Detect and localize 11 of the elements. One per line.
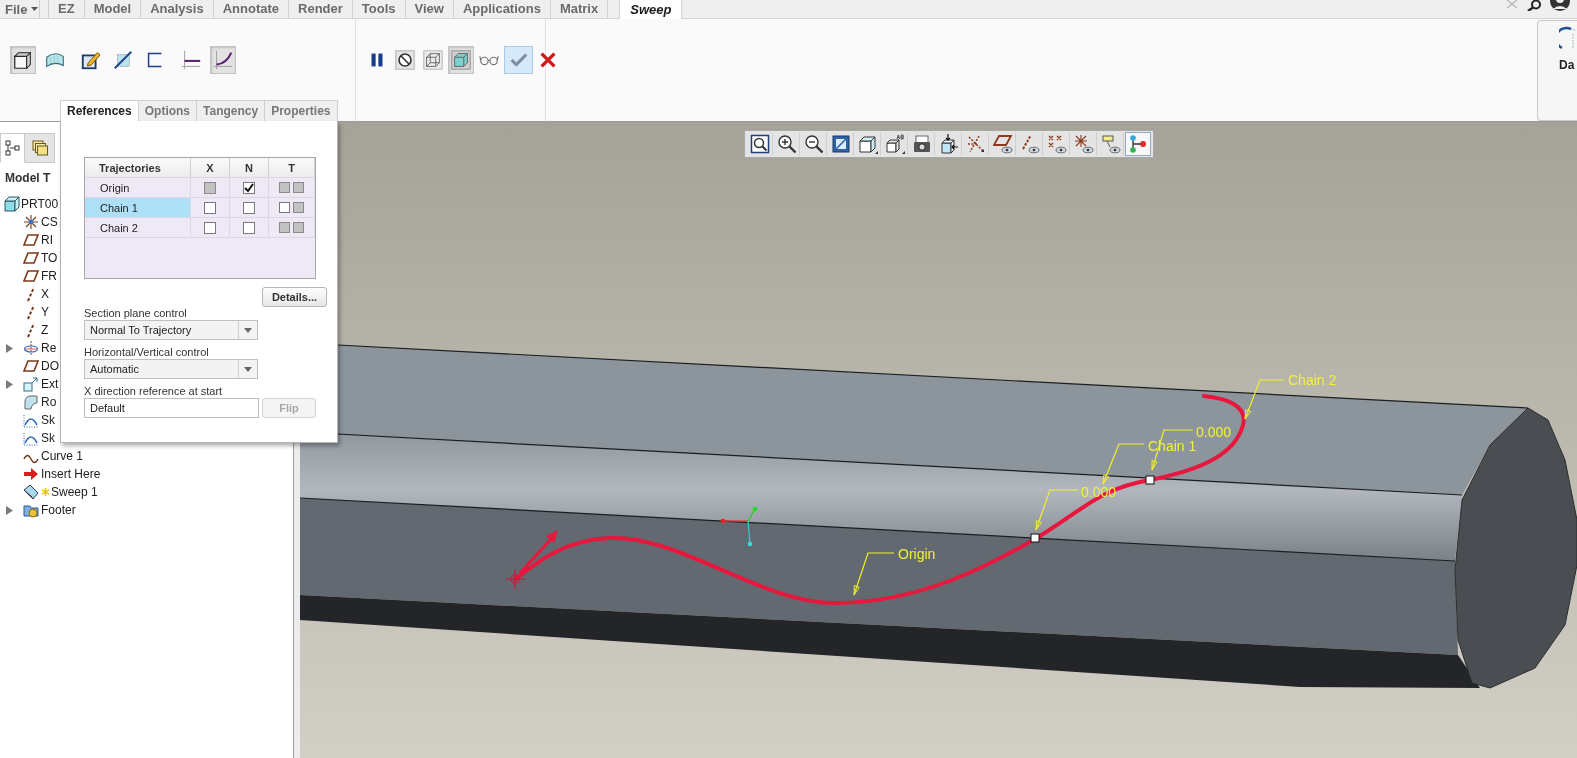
- column-header: T: [269, 158, 315, 177]
- annotation-label: Origin: [898, 546, 936, 562]
- panel-title: Model T: [5, 170, 51, 187]
- field-label: Horizontal/Vertical control: [84, 346, 209, 359]
- field-label: X direction reference at start: [84, 385, 223, 398]
- annotation-label: Chain 2: [1288, 372, 1337, 388]
- annotation-label: 0.000: [1196, 424, 1232, 440]
- field-label: Section plane control: [84, 307, 187, 320]
- column-header: Trajectories: [85, 158, 191, 177]
- column-header: X: [191, 158, 230, 177]
- column-header: N: [230, 158, 269, 177]
